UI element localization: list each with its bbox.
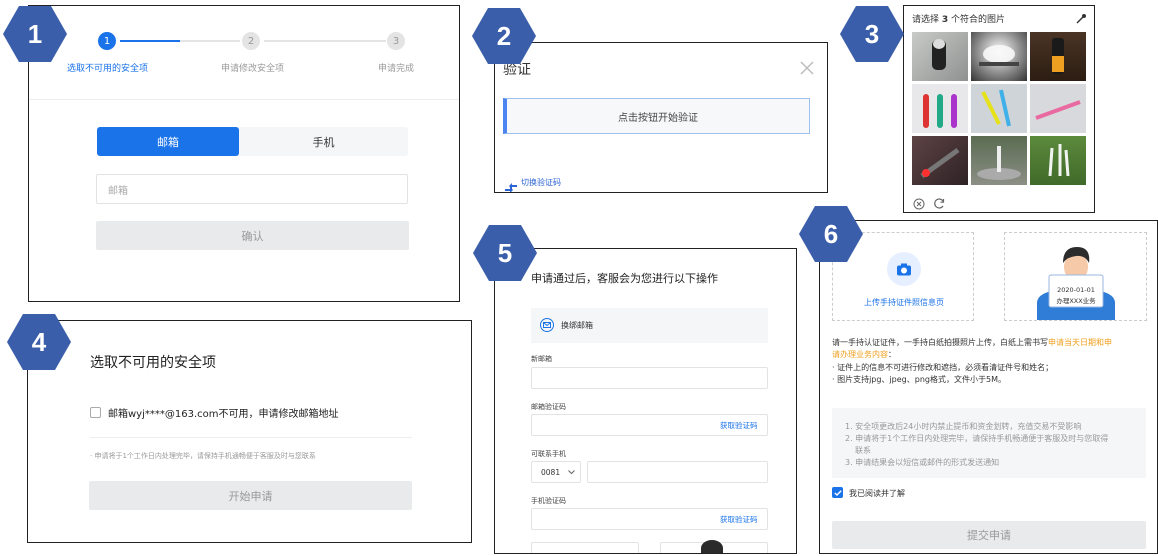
panel-id-photo-upload: 上传手持证件照信息页 2020-01-01 办理XXX业务 请一手持认证证件，一… [819, 220, 1158, 554]
captcha-image-torch[interactable] [1030, 32, 1086, 81]
panel-image-captcha: 请选择 3 个符合的图片 [903, 5, 1095, 213]
panel-verification-dialog: 验证 点击按钮开始验证 切换验证码 [494, 42, 828, 193]
desc-bullet-1: · 证件上的信息不可进行修改和遮挡，必须看清证件号和姓名； [832, 363, 1054, 372]
captcha-image-toothbrush-pair[interactable] [971, 84, 1027, 133]
page-title: 选取不可用的安全项 [90, 355, 216, 371]
new-email-input[interactable] [531, 367, 768, 389]
notice-3: 3. 申请结果会以短信或邮件的形式发送通知 [845, 458, 1000, 467]
sign-date: 2020-01-01 [1057, 286, 1095, 294]
confirm-button[interactable]: 确认 [96, 221, 409, 250]
check-icon [833, 489, 842, 496]
camera-icon [887, 252, 921, 286]
panel-email-change-form: 1 2 3 选取不可用的安全项 申请修改安全项 申请完成 邮箱 手机 邮箱 确认 [28, 5, 460, 302]
step-line-1 [120, 40, 180, 42]
action-card: 换绑邮箱 [531, 308, 768, 343]
get-email-code-link[interactable]: 获取验证码 [720, 420, 758, 431]
divider [90, 437, 412, 438]
close-circle-icon[interactable] [913, 195, 925, 212]
upload-label: 上传手持证件照信息页 [864, 298, 944, 307]
desc-bullet-2: · 图片支持jpg、jpeg、png格式，文件小于5M。 [832, 375, 1006, 384]
phone-input[interactable] [587, 461, 768, 483]
email-code-label: 邮箱验证码 [531, 403, 566, 411]
captcha-image-toothbrush-pink[interactable] [1030, 84, 1086, 133]
submit-button[interactable]: 提交申请 [832, 521, 1146, 549]
processing-note: · 申请将于1个工作日内处理完毕，请保持手机通畅便于客服及时与您联系 [90, 452, 316, 460]
tab-phone[interactable]: 手机 [239, 127, 408, 156]
notice-1: 1. 安全项更改后24小时内禁止提币和资金划转，充值交易不受影响 [845, 422, 1082, 431]
notice-2: 2. 申请将于1个工作日内处理完毕，请保持手机畅通便于客服及时与您取得 [845, 434, 1109, 443]
option-label[interactable]: 邮箱wyj****@163.com不可用，申请修改邮箱地址 [108, 405, 339, 420]
switch-icon [504, 178, 518, 192]
captcha-image-lamp[interactable] [971, 32, 1027, 81]
option-checkbox[interactable] [90, 407, 101, 418]
contact-phone-label: 可联系手机 [531, 450, 566, 458]
country-code-select[interactable]: 0081 [531, 461, 581, 483]
chevron-down-icon [568, 469, 575, 474]
notice-box: 1. 安全项更改后24小时内禁止提币和资金划转，充值交易不受影响 2. 申请将于… [832, 408, 1146, 478]
agree-checkbox[interactable] [832, 487, 843, 498]
phone-code-label: 手机验证码 [531, 497, 566, 505]
avatar [701, 540, 723, 553]
sign-text: 办理XXX业务 [1056, 297, 1096, 305]
captcha-image-flashlight[interactable] [912, 32, 968, 81]
email-input[interactable]: 邮箱 [96, 174, 408, 204]
get-phone-code-link[interactable]: 获取验证码 [720, 514, 758, 525]
captcha-image-laser[interactable] [912, 136, 968, 185]
step-3-circle: 3 [387, 32, 405, 50]
captcha-image-fountain-park[interactable] [1030, 136, 1086, 185]
agree-label[interactable]: 我已阅读并了解 [849, 488, 905, 499]
panel-rebind-email: 申请通过后，客服会为您进行以下操作 换绑邮箱 新邮箱 邮箱验证码 获取验证码 可… [494, 248, 797, 554]
notice-2-cont: 联系 [855, 446, 871, 455]
extra-input-left[interactable] [531, 542, 639, 553]
step-3-label: 申请完成 [378, 64, 415, 74]
example-photo: 2020-01-01 办理XXX业务 [1004, 232, 1147, 321]
start-application-button[interactable]: 开始申请 [89, 481, 412, 510]
step-1-circle: 1 [98, 32, 116, 50]
switch-captcha-link[interactable]: 切换验证码 [521, 177, 561, 188]
section-title: 申请通过后，客服会为您进行以下操作 [531, 272, 718, 285]
step-1-label: 选取不可用的安全项 [67, 64, 149, 74]
captcha-image-fountain[interactable] [971, 136, 1027, 185]
badge-3: 3 [840, 6, 904, 62]
pin-icon [1075, 10, 1087, 29]
captcha-image-toothbrushes[interactable] [912, 84, 968, 133]
step-2-label: 申请修改安全项 [221, 64, 285, 74]
refresh-icon[interactable] [933, 195, 946, 212]
close-icon[interactable] [800, 60, 814, 75]
mail-icon [540, 318, 554, 332]
panel-select-security-item: 选取不可用的安全项 邮箱wyj****@163.com不可用，申请修改邮箱地址 … [27, 320, 472, 543]
captcha-grid [912, 32, 1086, 185]
tab-email[interactable]: 邮箱 [97, 127, 239, 156]
captcha-prompt: 请选择 3 个符合的图片 [912, 15, 1006, 25]
step-2-circle: 2 [242, 32, 260, 50]
step-line-3 [264, 40, 386, 42]
desc-line-1: 请一手持认证证件，一手持白纸拍摄照片上传，白纸上需书写申请当天日期和申 [832, 338, 1112, 347]
contact-method-tabs: 邮箱 手机 [97, 127, 408, 156]
action-label: 换绑邮箱 [561, 321, 593, 330]
divider [29, 99, 459, 100]
new-email-label: 新邮箱 [531, 355, 552, 363]
desc-line-2: 请办理业务内容： [832, 350, 896, 359]
start-verification-button[interactable]: 点击按钮开始验证 [503, 98, 810, 134]
step-line-2 [180, 40, 240, 42]
